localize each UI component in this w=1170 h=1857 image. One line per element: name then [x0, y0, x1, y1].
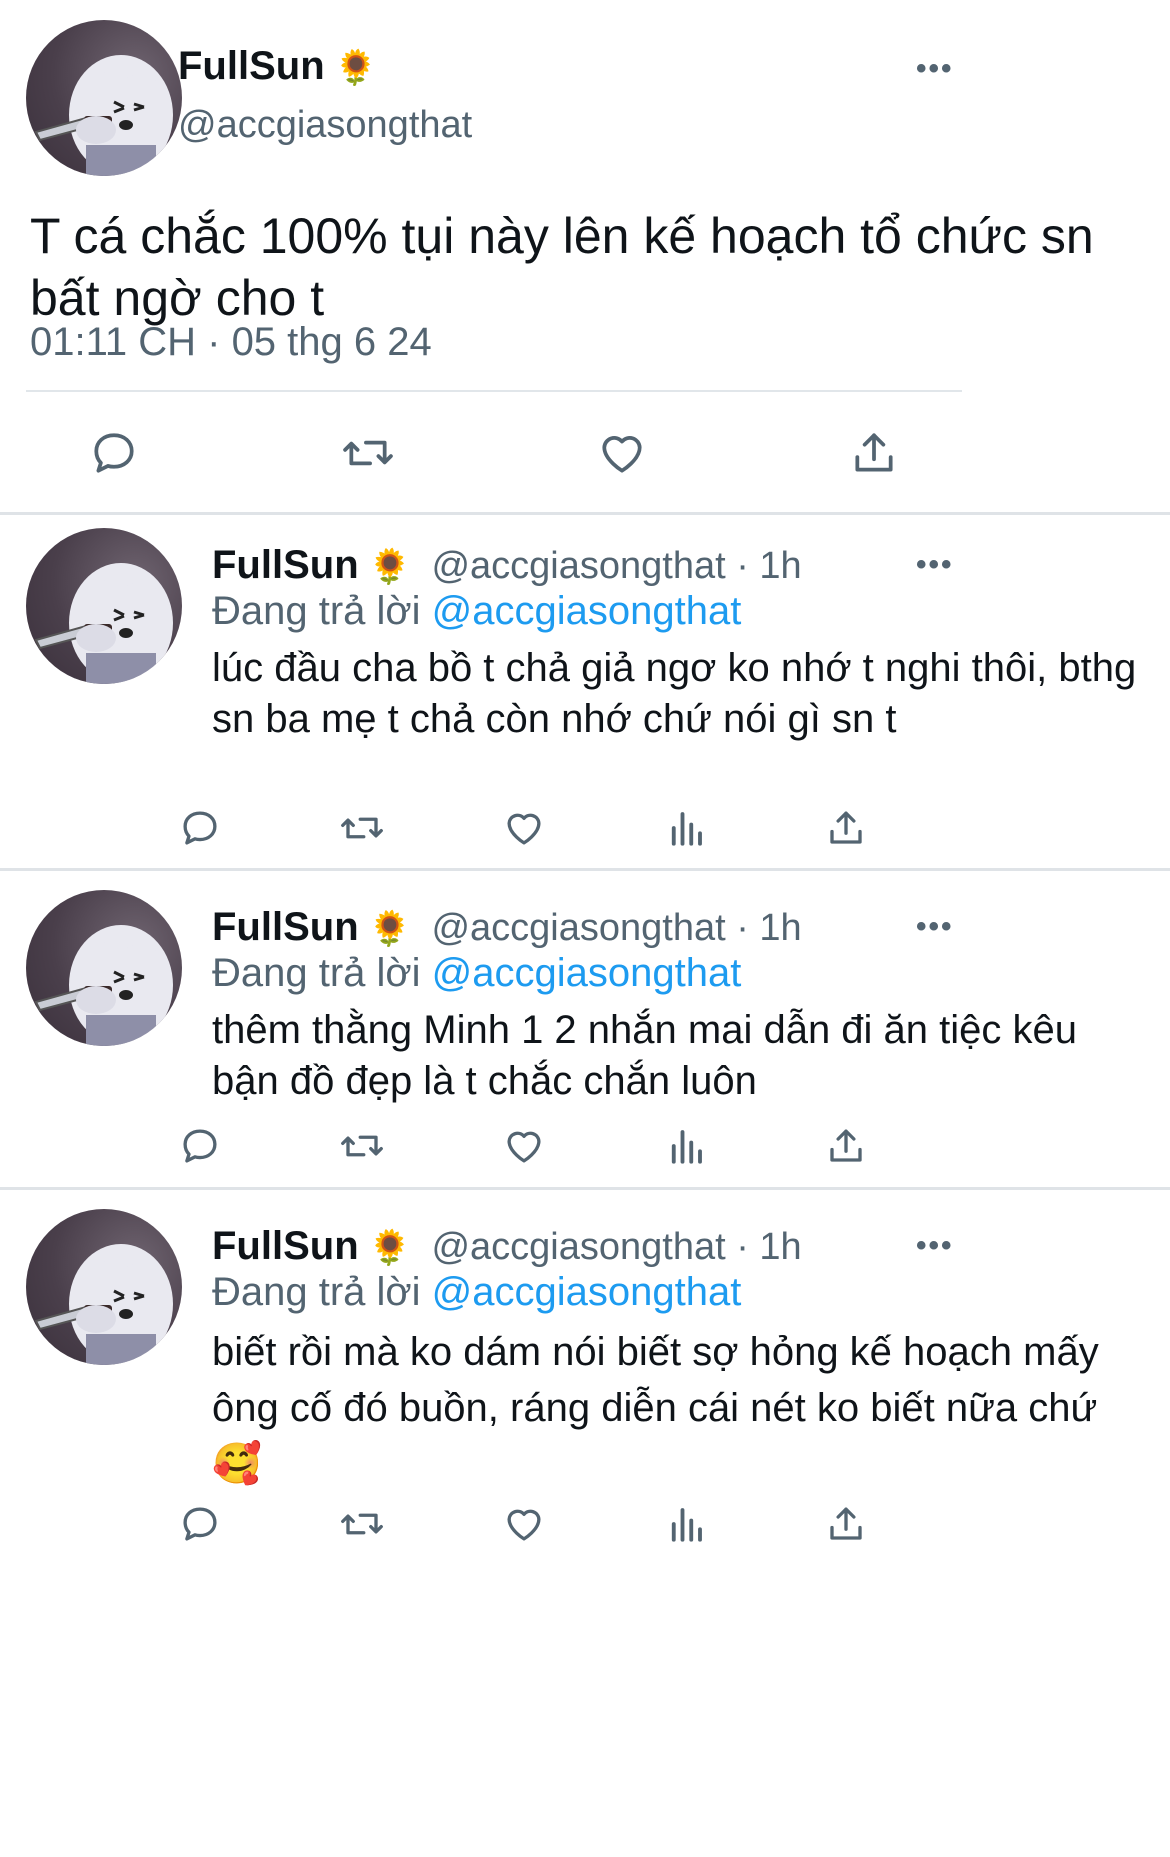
- reply-button[interactable]: [176, 804, 224, 852]
- username-handle[interactable]: @accgiasongthat · 1h: [431, 1226, 801, 1268]
- more-options-icon[interactable]: •••: [916, 52, 954, 86]
- section-divider: [0, 512, 1170, 515]
- like-button[interactable]: [500, 804, 548, 852]
- username-handle[interactable]: @accgiasongthat · 1h: [431, 907, 801, 949]
- replying-prefix: Đang trả lời: [212, 951, 421, 995]
- tweet-text: T cá chắc 100% tụi này lên kế hoạch tổ c…: [30, 208, 1094, 326]
- retweet-icon: [341, 1135, 383, 1157]
- reply-button[interactable]: [176, 1500, 224, 1548]
- views-icon: [671, 812, 702, 846]
- like-icon: [602, 436, 642, 473]
- more-options-icon[interactable]: •••: [916, 910, 954, 944]
- views-icon: [671, 1508, 702, 1542]
- replying-to-handle[interactable]: @accgiasongthat: [432, 1270, 742, 1314]
- retweet-button[interactable]: [336, 1500, 388, 1548]
- like-button[interactable]: [500, 1500, 548, 1548]
- views-icon: [671, 1130, 702, 1164]
- bear-avatar-icon: [34, 55, 173, 176]
- like-icon: [507, 1509, 541, 1541]
- views-button[interactable]: [662, 1122, 710, 1170]
- share-icon: [830, 811, 862, 844]
- replying-prefix: Đang trả lời: [212, 589, 421, 633]
- sunflower-emoji: 🌻: [368, 910, 411, 948]
- tweet-timestamp[interactable]: 01:11 CH · 05 thg 6 24: [30, 320, 432, 365]
- avatar[interactable]: [26, 20, 182, 176]
- sunflower-emoji: 🌻: [334, 49, 377, 87]
- display-name[interactable]: FullSun: [212, 905, 359, 949]
- username-handle[interactable]: @accgiasongthat · 1h: [431, 545, 801, 587]
- replying-to: Đang trả lời @accgiasongthat: [212, 951, 741, 996]
- replying-prefix: Đang trả lời: [212, 1270, 421, 1314]
- bear-avatar-icon: [34, 563, 173, 684]
- tweet-text: lúc đầu cha bồ t chả giả ngơ ko nhớ t ng…: [212, 646, 1137, 741]
- reply-icon: [94, 433, 134, 473]
- retweet-button[interactable]: [338, 425, 398, 481]
- views-button[interactable]: [662, 804, 710, 852]
- bear-avatar-icon: [34, 925, 173, 1046]
- display-name-text: FullSun: [178, 44, 325, 88]
- reply-button[interactable]: [86, 425, 142, 481]
- divider: [26, 390, 962, 392]
- reply-header: FullSun 🌻 @accgiasongthat · 1h: [212, 1224, 802, 1269]
- share-button[interactable]: [822, 1500, 870, 1548]
- share-button[interactable]: [822, 1122, 870, 1170]
- share-button[interactable]: [822, 804, 870, 852]
- more-options-icon[interactable]: •••: [916, 1229, 954, 1263]
- sunflower-emoji: 🌻: [368, 1229, 411, 1267]
- username-handle[interactable]: @accgiasongthat: [178, 104, 472, 147]
- replying-to-handle[interactable]: @accgiasongthat: [432, 589, 742, 633]
- retweet-icon: [341, 1513, 383, 1535]
- display-name[interactable]: FullSun: [212, 1224, 359, 1268]
- section-divider: [0, 868, 1170, 871]
- retweet-button[interactable]: [336, 1122, 388, 1170]
- display-name[interactable]: FullSun: [212, 543, 359, 587]
- reply-header: FullSun 🌻 @accgiasongthat · 1h: [212, 543, 802, 588]
- share-icon: [855, 433, 893, 472]
- section-divider: [0, 1187, 1170, 1190]
- retweet-button[interactable]: [336, 804, 388, 852]
- tweet-text: thêm thằng Minh 1 2 nhắn mai dẫn đi ăn t…: [212, 1008, 1077, 1103]
- like-icon: [507, 813, 541, 845]
- reply-header: FullSun 🌻 @accgiasongthat · 1h: [212, 905, 802, 950]
- share-icon: [830, 1129, 862, 1162]
- reply-icon: [183, 1507, 217, 1541]
- sunflower-emoji: 🌻: [368, 548, 411, 586]
- reply-icon: [183, 1129, 217, 1163]
- like-button[interactable]: [594, 425, 650, 481]
- replying-to: Đang trả lời @accgiasongthat: [212, 1270, 741, 1315]
- share-icon: [830, 1507, 862, 1540]
- bear-avatar-icon: [34, 1244, 173, 1365]
- like-button[interactable]: [500, 1122, 548, 1170]
- views-button[interactable]: [662, 1500, 710, 1548]
- replying-to-handle[interactable]: @accgiasongthat: [432, 951, 742, 995]
- more-options-icon[interactable]: •••: [916, 548, 954, 582]
- retweet-icon: [343, 440, 393, 466]
- avatar[interactable]: [26, 1209, 182, 1365]
- reply-button[interactable]: [176, 1122, 224, 1170]
- avatar[interactable]: [26, 890, 182, 1046]
- retweet-icon: [341, 817, 383, 839]
- reply-icon: [183, 811, 217, 845]
- share-button[interactable]: [846, 425, 902, 481]
- like-icon: [507, 1131, 541, 1163]
- display-name[interactable]: FullSun 🌻: [178, 44, 377, 89]
- avatar[interactable]: [26, 528, 182, 684]
- tweet-text: biết rồi mà ko dám nói biết sợ hỏng kế h…: [212, 1330, 1099, 1486]
- replying-to: Đang trả lời @accgiasongthat: [212, 589, 741, 634]
